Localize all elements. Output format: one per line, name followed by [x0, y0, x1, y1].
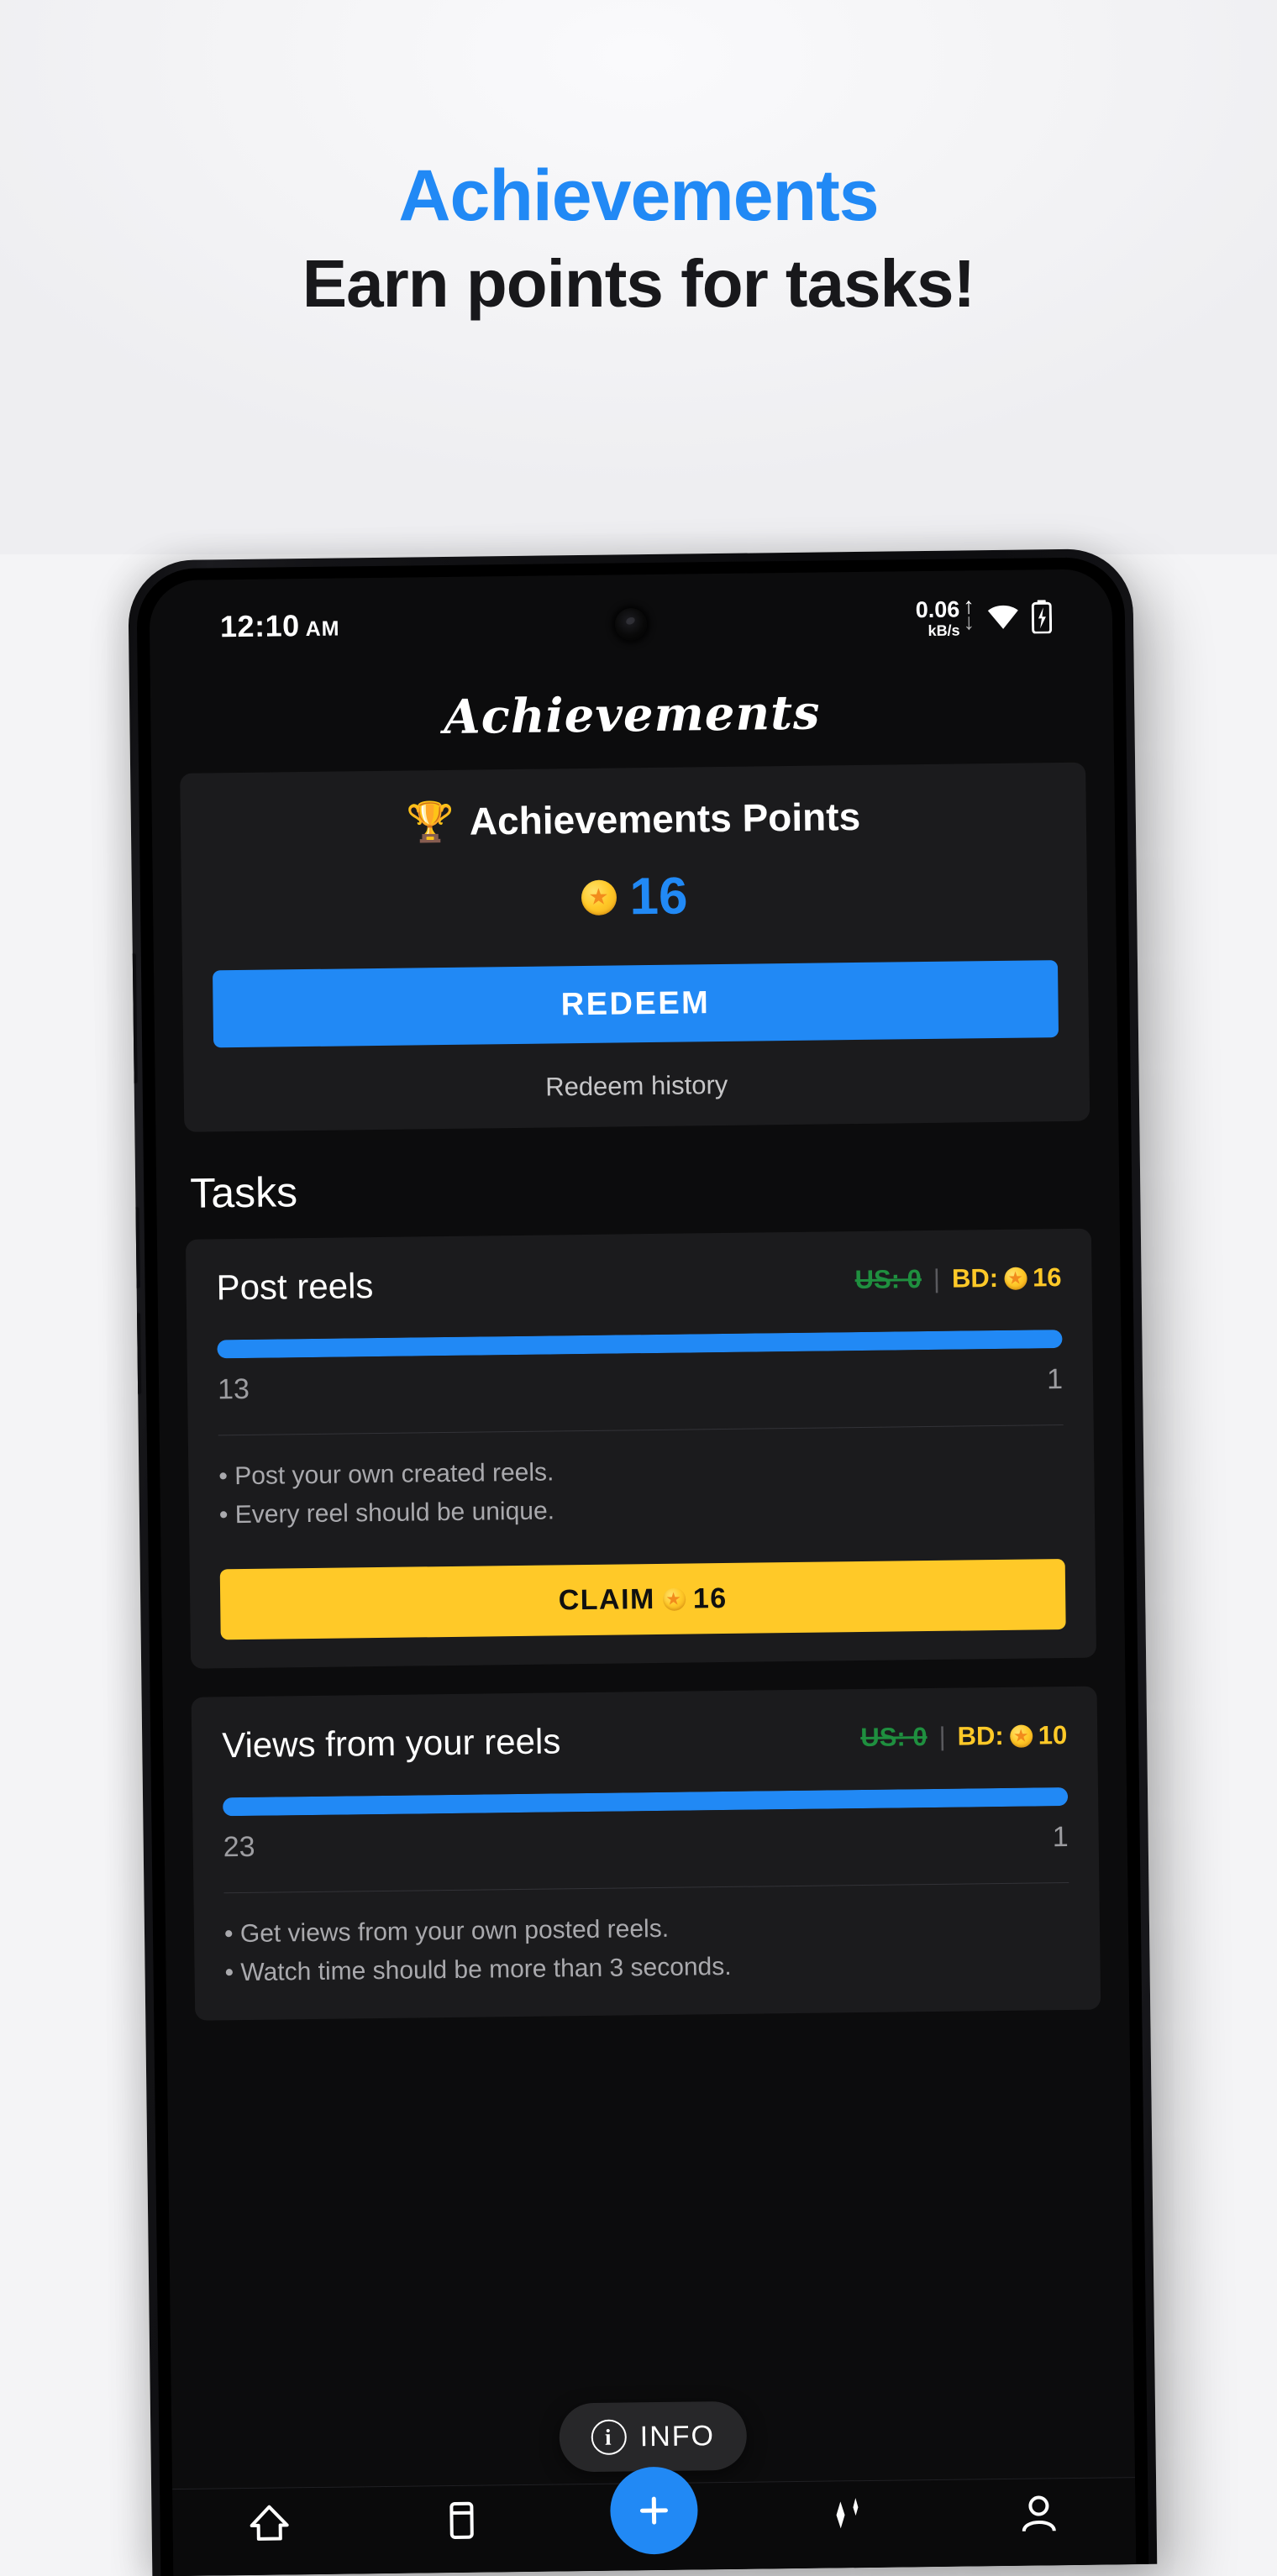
nav-item-home[interactable]: [214, 2500, 324, 2551]
claim-button-label: CLAIM: [558, 1583, 655, 1617]
sparkle-icon: [823, 2493, 870, 2543]
task-reward-bd-value: 16: [1033, 1262, 1062, 1293]
status-clock: 12:10AM: [220, 607, 340, 644]
achievement-points-card: 🏆 Achievements Points ★ 16 REDEEM Redeem…: [180, 763, 1090, 1132]
nav-item-profile[interactable]: [985, 2490, 1095, 2542]
trophy-icon: 🏆: [406, 802, 455, 842]
task-reward-separator: |: [938, 1722, 946, 1752]
nav-item-create[interactable]: [599, 2495, 709, 2555]
task-progress-fill: [223, 1787, 1068, 1816]
points-balance-value: 16: [629, 866, 688, 926]
claim-button[interactable]: CLAIM ★ 16: [220, 1559, 1066, 1640]
task-progress-target: 1: [1053, 1821, 1069, 1854]
status-bar: 12:10AM 0.06 kB/s ↑ ↓: [149, 569, 1112, 674]
phone-screen: 12:10AM 0.06 kB/s ↑ ↓: [149, 569, 1136, 2576]
info-button[interactable]: i INFO: [559, 2401, 747, 2473]
nav-item-discover[interactable]: [791, 2493, 901, 2544]
phone-volume-down-button[interactable]: [130, 1207, 139, 1288]
reels-icon: [439, 2498, 485, 2548]
info-button-label: INFO: [640, 2420, 716, 2453]
task-progress-fill: [217, 1330, 1062, 1358]
coin-icon: ★: [581, 879, 617, 916]
wifi-icon: [986, 604, 1020, 631]
nav-item-reels[interactable]: [407, 2497, 517, 2548]
phone-power-button[interactable]: [132, 1313, 141, 1393]
info-circle-icon: i: [591, 2419, 628, 2455]
phone-mockup: 12:10AM 0.06 kB/s ↑ ↓: [128, 548, 1194, 2576]
task-progress-current: 13: [218, 1373, 250, 1406]
phone-volume-up-button[interactable]: [128, 953, 138, 1083]
task-reward-bd-label: BD:: [952, 1263, 999, 1294]
app-page-title: Achievements: [150, 663, 1114, 774]
points-card-heading: Achievements Points: [470, 794, 861, 844]
task-card: Post reels US: 0 | BD: ★ 16: [186, 1229, 1096, 1669]
add-icon: [610, 2466, 698, 2554]
promo-headline: Achievements: [0, 160, 1277, 232]
coin-icon: ★: [1004, 1267, 1027, 1289]
battery-charging-icon: [1032, 600, 1052, 633]
home-icon: [246, 2500, 292, 2550]
profile-icon: [1017, 2490, 1063, 2541]
coin-icon: ★: [1010, 1724, 1033, 1747]
claim-button-value: 16: [693, 1582, 728, 1615]
task-card: Views from your reels US: 0 | BD: ★ 10: [192, 1687, 1101, 2021]
task-reward-separator: |: [933, 1264, 941, 1294]
task-progress-target: 1: [1047, 1363, 1063, 1396]
task-progress-bar: [217, 1330, 1062, 1358]
redeem-button[interactable]: REDEEM: [213, 960, 1059, 1047]
task-title: Views from your reels: [222, 1722, 561, 1766]
task-reward-bd: BD: ★ 16: [952, 1262, 1062, 1294]
phone-bezel: 12:10AM 0.06 kB/s ↑ ↓: [136, 557, 1148, 2576]
coin-icon: ★: [663, 1587, 686, 1610]
task-divider: [218, 1424, 1064, 1435]
promo-banner: Achievements Earn points for tasks!: [0, 0, 1277, 554]
promo-subheadline: Earn points for tasks!: [0, 250, 1277, 317]
task-reward-bd: BD: ★ 10: [957, 1720, 1067, 1752]
network-speed-unit: kB/s: [916, 622, 960, 638]
task-progress-bar: [223, 1787, 1068, 1816]
download-arrow-icon: ↓: [963, 614, 975, 631]
bottom-navigation-bar: [172, 2477, 1136, 2576]
redeem-history-link[interactable]: Redeem history: [214, 1066, 1059, 1106]
status-clock-time: 12:10: [220, 608, 300, 643]
task-reward-group: US: 0 | BD: ★ 16: [854, 1262, 1061, 1295]
task-divider: [223, 1882, 1069, 1893]
task-reward-us: US: 0: [854, 1264, 922, 1295]
front-camera-punchhole: [615, 608, 647, 640]
network-speed-indicator: 0.06 kB/s ↑ ↓: [916, 598, 975, 638]
status-clock-ampm: AM: [305, 616, 339, 640]
task-progress-current: 23: [223, 1831, 255, 1864]
task-title: Post reels: [216, 1266, 373, 1308]
phone-body: 12:10AM 0.06 kB/s ↑ ↓: [128, 548, 1157, 2576]
task-reward-bd-value: 10: [1038, 1720, 1068, 1750]
tasks-section-title: Tasks: [155, 1120, 1119, 1240]
task-reward-group: US: 0 | BD: ★ 10: [860, 1720, 1067, 1753]
network-speed-value: 0.06: [916, 598, 960, 622]
task-reward-us: US: 0: [860, 1722, 928, 1753]
task-reward-bd-label: BD:: [957, 1721, 1004, 1752]
